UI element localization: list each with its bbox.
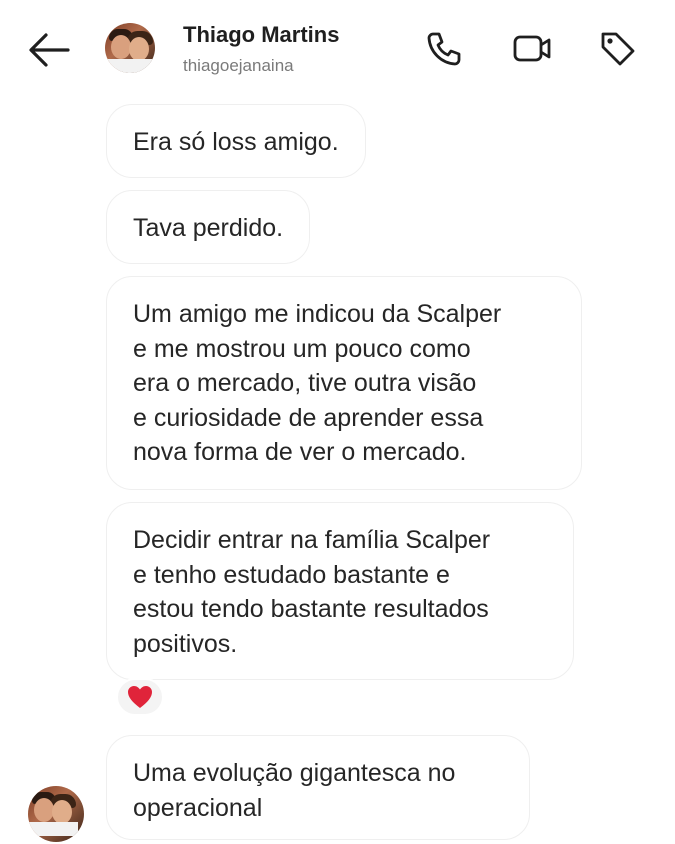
message-bubble[interactable]: Um amigo me indicou da Scalper e me most… — [106, 276, 582, 490]
message-bubble[interactable]: Tava perdido. — [106, 190, 311, 264]
contact-username[interactable]: thiagoejanaina — [183, 56, 294, 76]
contact-avatar[interactable] — [105, 23, 155, 73]
video-camera-icon — [513, 35, 551, 62]
sender-avatar[interactable] — [28, 786, 84, 842]
call-button[interactable] — [424, 28, 464, 68]
video-call-button[interactable] — [512, 28, 552, 68]
back-button[interactable] — [26, 30, 72, 70]
phone-icon — [427, 32, 461, 66]
arrow-left-icon — [29, 33, 70, 67]
message-bubble[interactable]: Era só loss amigo. — [106, 104, 366, 178]
chat-header: Thiago Martins thiagoejanaina — [0, 0, 675, 100]
contact-name[interactable]: Thiago Martins — [183, 22, 339, 48]
heart-icon — [128, 686, 152, 708]
message-reaction[interactable] — [116, 678, 164, 716]
message-bubble[interactable]: Decidir entrar na família Scalper e tenh… — [106, 502, 574, 680]
tag-button[interactable] — [597, 28, 637, 68]
tag-icon — [601, 32, 635, 66]
message-bubble[interactable]: Uma evolução gigantesca no operacional — [106, 735, 530, 840]
direct-message-screen: Thiago Martins thiagoejanaina Era só los… — [0, 0, 675, 844]
